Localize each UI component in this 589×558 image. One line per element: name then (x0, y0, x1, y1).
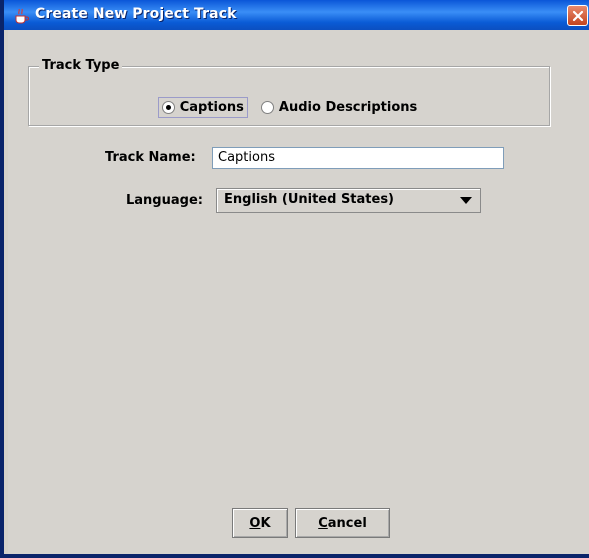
ok-label-rest: K (260, 515, 271, 531)
captions-radio[interactable]: Captions (157, 97, 248, 118)
language-dropdown[interactable]: English (United States) (216, 188, 481, 213)
track-name-input[interactable]: Captions (212, 147, 504, 169)
track-type-options: Captions Audio Descriptions (29, 97, 549, 118)
dialog-content: Track Type Captions Audio Descriptions T… (8, 30, 589, 554)
track-name-label: Track Name: (105, 150, 196, 165)
window-title: Create New Project Track (35, 6, 237, 22)
language-selected-value: English (United States) (224, 192, 395, 207)
ok-button[interactable]: OK (232, 508, 288, 538)
close-icon (572, 10, 583, 21)
ok-mnemonic: O (249, 515, 261, 531)
radio-selected-indicator (161, 101, 175, 114)
track-type-group: Track Type Captions Audio Descriptions (28, 58, 550, 126)
radio-unselected-indicator (260, 101, 274, 114)
track-type-legend: Track Type (39, 58, 123, 73)
cancel-button[interactable]: Cancel (295, 508, 390, 538)
captions-radio-label: Captions (179, 100, 244, 115)
chevron-down-icon (460, 197, 472, 204)
audio-descriptions-radio[interactable]: Audio Descriptions (258, 98, 420, 117)
audio-descriptions-radio-label: Audio Descriptions (278, 100, 418, 115)
close-button[interactable] (567, 5, 588, 26)
cancel-mnemonic: C (318, 515, 328, 531)
title-bar[interactable]: Create New Project Track (4, 0, 589, 30)
dialog-window: Create New Project Track Track Type Capt… (0, 0, 589, 558)
cancel-label-rest: ancel (327, 515, 367, 531)
java-cup-icon (13, 7, 30, 24)
language-label: Language: (126, 193, 203, 208)
